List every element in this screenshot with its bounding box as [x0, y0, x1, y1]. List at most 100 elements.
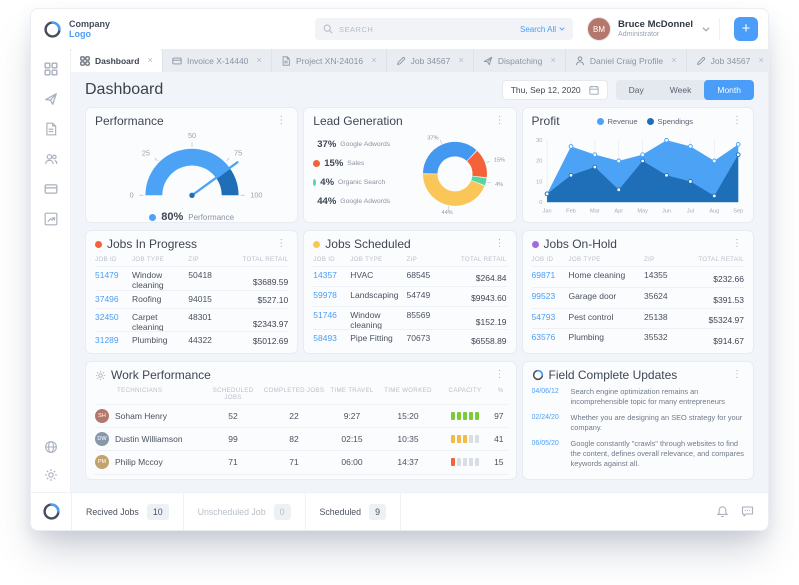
close-icon[interactable]: ×	[458, 55, 464, 66]
table-row[interactable]: 59978 Landscaping 54749 $9943.60	[313, 285, 507, 306]
table-row[interactable]: 31289 Plumbing 44322 $5012.69	[95, 331, 289, 349]
kebab-menu-icon[interactable]: ⋮	[493, 115, 507, 127]
sidebar-item-team[interactable]	[44, 152, 58, 166]
sidebar-item-documents[interactable]	[44, 122, 58, 136]
add-button[interactable]: +	[734, 17, 758, 41]
close-icon[interactable]: ×	[671, 55, 677, 66]
tab-dispatching[interactable]: Dispatching ×	[474, 49, 566, 72]
user-avatar[interactable]: BM	[587, 17, 612, 41]
job-total: $232.66	[713, 273, 744, 284]
job-id-link[interactable]: 59978	[313, 290, 350, 300]
job-type: HVAC	[350, 270, 374, 280]
column-header: SCHEDULED JOBS	[212, 387, 254, 401]
svg-text:Aug: Aug	[710, 208, 720, 214]
svg-text:Jul: Jul	[687, 208, 694, 214]
tab-label: Dashboard	[95, 55, 140, 66]
search-input[interactable]	[339, 24, 514, 34]
job-zip: 94015	[188, 293, 212, 304]
job-id-link[interactable]: 99523	[532, 291, 569, 301]
profit-area-chart: 0 10 20 30 Jan Feb Mar Apr May Jun Jul Aug Sep	[532, 128, 744, 218]
job-id-link[interactable]: 31289	[95, 335, 132, 345]
update-date-link[interactable]: 06/05/20	[532, 439, 565, 469]
range-month-button[interactable]: Month	[704, 80, 754, 100]
tab-job-34567[interactable]: Job 34567 ×	[687, 49, 768, 72]
tab-invoice-x-14440[interactable]: Invoice X-14440 ×	[163, 49, 272, 72]
bottombar-item-unscheduled-job[interactable]: Unscheduled Job 0	[184, 493, 306, 530]
sidebar-item-dispatch-send[interactable]	[44, 92, 58, 106]
status-dot	[531, 240, 539, 248]
lead-generation-card: Lead Generation ⋮ 37% Google Adwords 15% Sa…	[303, 107, 517, 223]
table-row[interactable]: 51479 Window cleaning 50418 $3689.59	[95, 266, 289, 290]
table-row[interactable]: 99523 Garage door 35624 $391.53	[531, 286, 744, 308]
close-icon[interactable]: ×	[758, 55, 764, 66]
update-date-link[interactable]: 02/24/20	[532, 413, 565, 433]
kebab-menu-icon[interactable]: ⋮	[730, 115, 744, 127]
column-header: TOTAL RETAIL	[242, 256, 289, 263]
slice-percent: 15%	[324, 158, 344, 169]
kebab-menu-icon[interactable]: ⋮	[274, 238, 288, 250]
close-icon[interactable]: ×	[147, 55, 153, 66]
sidebar-item-reports-chart[interactable]	[44, 212, 58, 226]
search-bar: Search All	[315, 18, 574, 40]
kebab-menu-icon[interactable]: ⋮	[493, 369, 507, 381]
kebab-menu-icon[interactable]: ⋮	[493, 238, 507, 250]
table-row[interactable]: 51746 Window cleaning 85569 $152.19	[313, 305, 507, 330]
table-header: JOB ID JOB TYPE ZIP TOTAL RETAIL	[313, 251, 506, 266]
table-row[interactable]: 58493 Pipe Fitting 70673 $6558.89	[313, 329, 507, 349]
notifications-bell-icon[interactable]	[716, 505, 729, 518]
svg-text:25: 25	[141, 148, 149, 157]
count-badge: 9	[369, 503, 386, 520]
update-date-link[interactable]: 04/06/12	[532, 387, 565, 407]
slice-percent: 44%	[317, 196, 337, 207]
job-id-link[interactable]: 69871	[532, 270, 569, 280]
job-id-link[interactable]: 32450	[95, 312, 132, 322]
chat-icon[interactable]	[741, 505, 754, 518]
svg-text:Sep: Sep	[733, 208, 743, 214]
tab-dashboard[interactable]: Dashboard ×	[71, 49, 163, 72]
bottombar-item-recived-jobs[interactable]: Recived Jobs 10	[72, 493, 184, 530]
sidebar-item-billing-card[interactable]	[44, 182, 58, 196]
job-id-link[interactable]: 63576	[532, 332, 569, 342]
bottombar-item-scheduled[interactable]: Scheduled 9	[306, 493, 401, 530]
job-id-link[interactable]: 54793	[532, 312, 569, 322]
performance-gauge-chart: 0 25 50 75 100	[95, 128, 288, 211]
table-row[interactable]: 32450 Carpet cleaning 48301 $2343.97	[95, 307, 289, 332]
table-row[interactable]: 63576 Plumbing 35532 $914.67	[531, 328, 744, 349]
user-menu-chevron-icon[interactable]	[702, 26, 710, 32]
range-week-button[interactable]: Week	[657, 80, 705, 100]
table-row[interactable]: 69871 Home cleaning 14355 $232.66	[531, 266, 744, 287]
svg-text:4%: 4%	[495, 182, 503, 188]
job-id-link[interactable]: 37496	[95, 294, 132, 304]
close-icon[interactable]: ×	[550, 55, 556, 66]
brand-line2: Logo	[69, 29, 91, 39]
sidebar-item-settings-gear[interactable]	[44, 468, 58, 482]
grid-icon	[80, 55, 90, 66]
job-id-link[interactable]: 51746	[313, 310, 350, 320]
column-header: ZIP	[188, 256, 199, 263]
close-icon[interactable]: ×	[371, 55, 377, 66]
user-role: Administrator	[618, 30, 660, 38]
sidebar-item-globe[interactable]	[44, 440, 58, 454]
range-day-button[interactable]: Day	[616, 80, 657, 100]
tab-project-xn-24016[interactable]: Project XN-24016 ×	[272, 49, 387, 72]
sidebar-item-dashboard-grid[interactable]	[43, 62, 58, 76]
table-row[interactable]: 54793 Pest control 25138 $5324.97	[531, 307, 744, 329]
tab-job-34567[interactable]: Job 34567 ×	[387, 49, 474, 72]
kebab-menu-icon[interactable]: ⋮	[730, 238, 744, 250]
close-icon[interactable]: ×	[256, 55, 262, 66]
gauge-label: Performance	[188, 212, 235, 222]
gauge-value: 80%	[161, 211, 184, 223]
jobs-in-progress-card: Jobs In Progress ⋮ JOB ID JOB TYPE ZIP TOTAL …	[85, 230, 299, 354]
date-picker[interactable]: Thu, Sep 12, 2020	[501, 80, 608, 100]
job-id-link[interactable]: 14357	[313, 270, 350, 280]
table-row[interactable]: 37496 Roofing 94015 $527.10	[95, 289, 289, 308]
performance-card: Performance ⋮ 0 25 50 75 100 80% Performance	[85, 107, 299, 223]
job-id-link[interactable]: 58493	[313, 333, 350, 343]
kebab-menu-icon[interactable]: ⋮	[730, 369, 744, 381]
kebab-menu-icon[interactable]: ⋮	[274, 115, 288, 127]
table-row[interactable]: 14357 HVAC 68545 $264.84	[313, 266, 507, 286]
column-header: CAPACITY	[448, 387, 482, 394]
job-id-link[interactable]: 51479	[95, 270, 132, 280]
search-scope-dropdown[interactable]: Search All	[520, 25, 565, 34]
tab-daniel-craig-profile[interactable]: Daniel Craig Profile ×	[566, 49, 687, 72]
